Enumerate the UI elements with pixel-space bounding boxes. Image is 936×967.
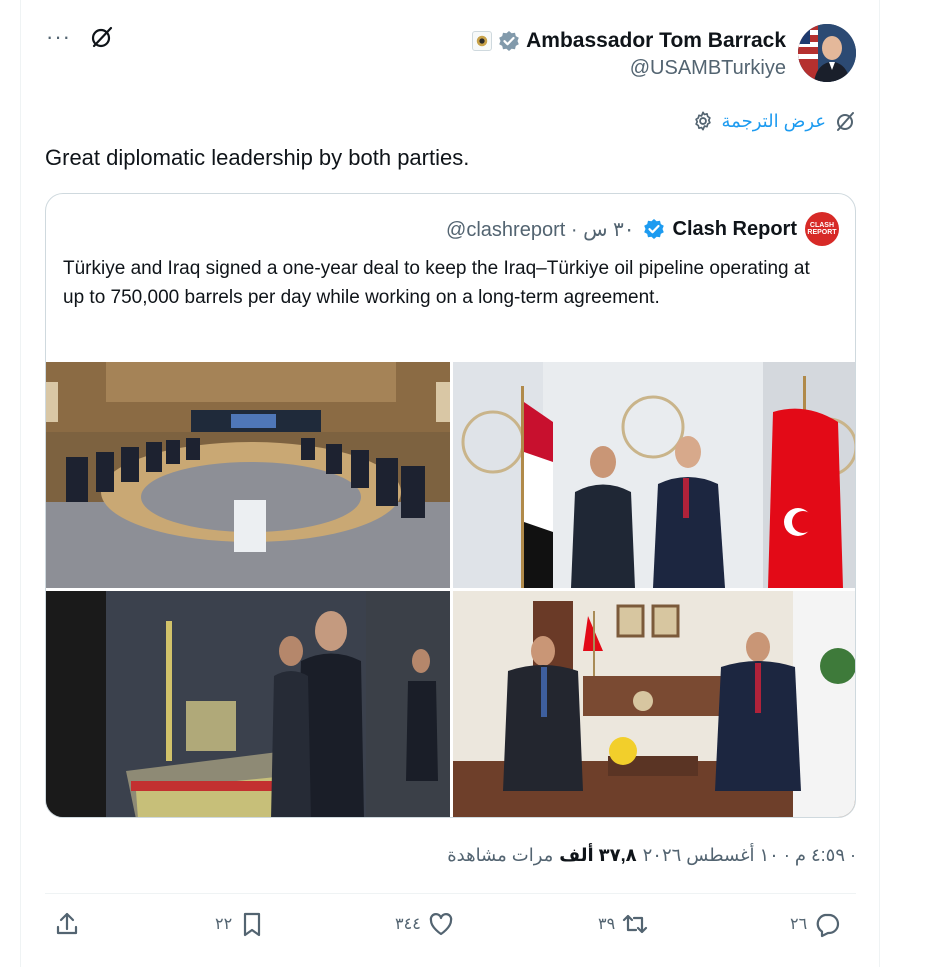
share-button[interactable] <box>53 910 81 938</box>
bookmark-count: ٢٢ <box>215 916 233 933</box>
right-border <box>879 0 880 967</box>
views-count: ٣٧,٨ ألف <box>559 845 637 865</box>
share-icon <box>56 912 78 935</box>
media-grid <box>46 362 855 817</box>
quoted-tweet-text: Türkiye and Iraq signed a one-year deal … <box>63 258 810 308</box>
clash-report-logo[interactable]: CLASH REPORT <box>805 212 839 246</box>
author-handle[interactable]: @USAMBTurkiye <box>472 57 786 80</box>
quoted-tweet[interactable]: @clashreport · ٣٠ س Clash Report CLASH RE… <box>45 193 856 818</box>
translate-label[interactable]: عرض الترجمة <box>722 111 826 132</box>
divider <box>45 893 856 894</box>
views-label: مرات مشاهدة <box>447 845 554 865</box>
embassy-seal-icon <box>472 30 493 51</box>
tweet-meta: مرات مشاهدة ٣٧,٨ ألف ٤:٥٩ م · ١٠ أغسطس ٢… <box>447 845 856 866</box>
left-border <box>20 0 21 967</box>
quoted-author-name[interactable]: Clash Report <box>673 218 797 241</box>
show-translation-link[interactable]: عرض الترجمة <box>692 110 856 132</box>
verified-icon <box>643 219 664 239</box>
quoted-tweet-header: @clashreport · ٣٠ س Clash Report CLASH RE… <box>446 212 839 246</box>
media-photo-office-meeting[interactable] <box>453 591 855 817</box>
quoted-handle-time[interactable]: @clashreport · ٣٠ س <box>446 217 634 242</box>
media-photo-meeting-room[interactable] <box>46 362 450 588</box>
media-photo-handshake[interactable] <box>453 362 855 588</box>
reply-icon <box>816 913 840 938</box>
translate-icon <box>837 112 854 131</box>
avatar[interactable] <box>798 24 856 82</box>
tweet-text: Great diplomatic leadership by both part… <box>45 145 470 170</box>
verified-icon <box>499 30 519 51</box>
settings-icon[interactable] <box>692 110 714 132</box>
retweet-button[interactable]: ٣٩ <box>598 910 649 938</box>
bookmark-icon <box>244 912 261 937</box>
like-button[interactable]: ٣٤٤ <box>395 910 455 938</box>
more-icon[interactable]: ··· <box>46 22 71 52</box>
reply-button[interactable]: ٢٦ <box>790 910 841 938</box>
author-name[interactable]: Ambassador Tom Barrack <box>526 29 786 53</box>
media-photo-model-display[interactable] <box>46 591 450 817</box>
retweet-count: ٣٩ <box>598 916 616 933</box>
grok-icon[interactable] <box>89 24 115 50</box>
action-bar: ٢٢ ٣٤٤ ٣٩ ٢٦ <box>45 910 856 950</box>
retweet-icon <box>623 914 648 934</box>
like-icon <box>429 913 453 936</box>
tweet-top-actions: ··· <box>46 22 115 52</box>
reply-count: ٢٦ <box>790 916 808 933</box>
bookmark-button[interactable]: ٢٢ <box>215 910 266 938</box>
like-count: ٣٤٤ <box>395 916 421 933</box>
tweet-timestamp[interactable]: ٤:٥٩ م · ١٠ أغسطس ٢٠٢٦ · <box>643 845 856 866</box>
